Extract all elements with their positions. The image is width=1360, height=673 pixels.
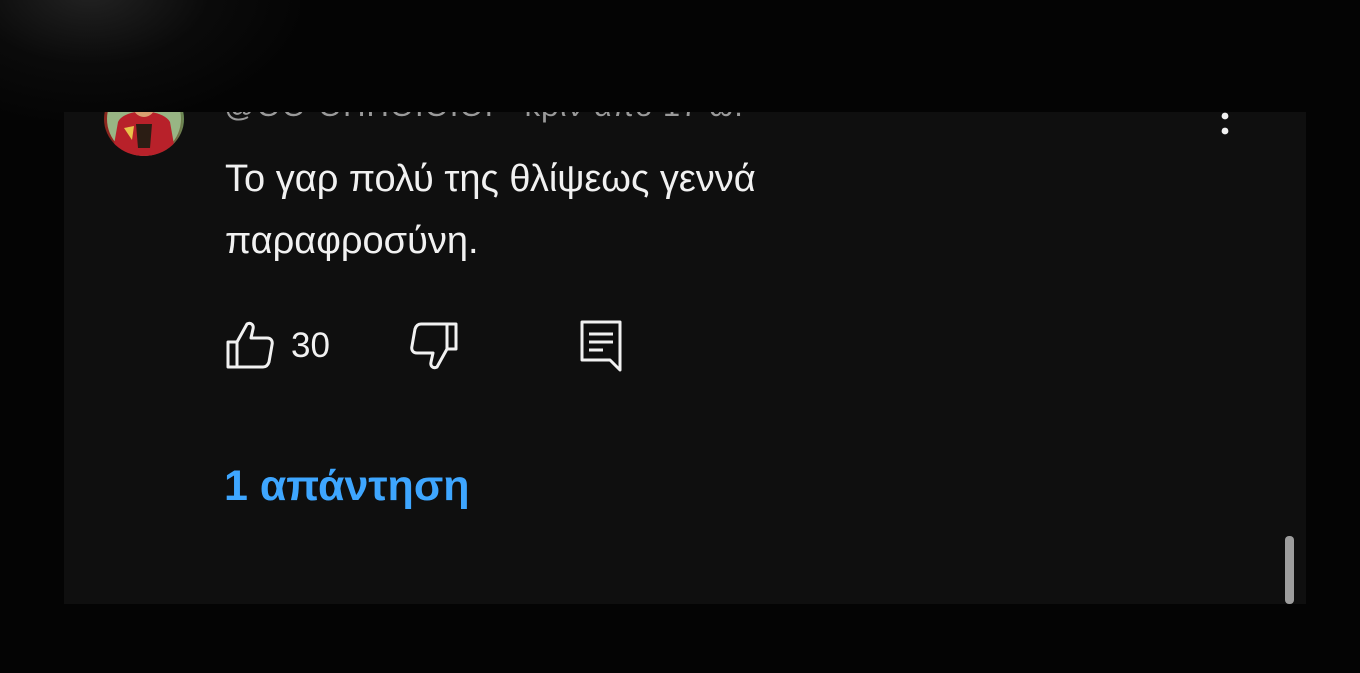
screenshot-stage: @ΘΘ·ΘΠΠΟΙΘΙΘΙ · κριν από 17 ω. Το γαρ πο… <box>0 0 1360 673</box>
scrollbar-thumb[interactable] <box>1285 536 1294 604</box>
comment-panel: @ΘΘ·ΘΠΠΟΙΘΙΘΙ · κριν από 17 ω. Το γαρ πο… <box>64 112 1306 604</box>
avatar[interactable] <box>104 112 184 156</box>
avatar-image <box>107 112 181 156</box>
like-button[interactable] <box>224 318 276 374</box>
reply-button[interactable] <box>576 318 624 374</box>
view-replies-link[interactable]: 1 απάντηση <box>224 462 470 511</box>
comment-author-line: @ΘΘ·ΘΠΠΟΙΘΙΘΙ · κριν από 17 ω. <box>224 112 744 124</box>
comment-reply-icon <box>580 320 622 372</box>
more-vertical-icon[interactable] <box>1212 112 1238 140</box>
thumbs-up-icon <box>226 321 274 369</box>
like-count: 30 <box>291 326 330 365</box>
thumbs-down-icon <box>410 322 458 370</box>
comment-body: Το γαρ πολύ της θλίψεως γεννά παραφροσύν… <box>225 158 756 262</box>
corner-glow <box>0 0 300 120</box>
dislike-button[interactable] <box>408 318 460 374</box>
